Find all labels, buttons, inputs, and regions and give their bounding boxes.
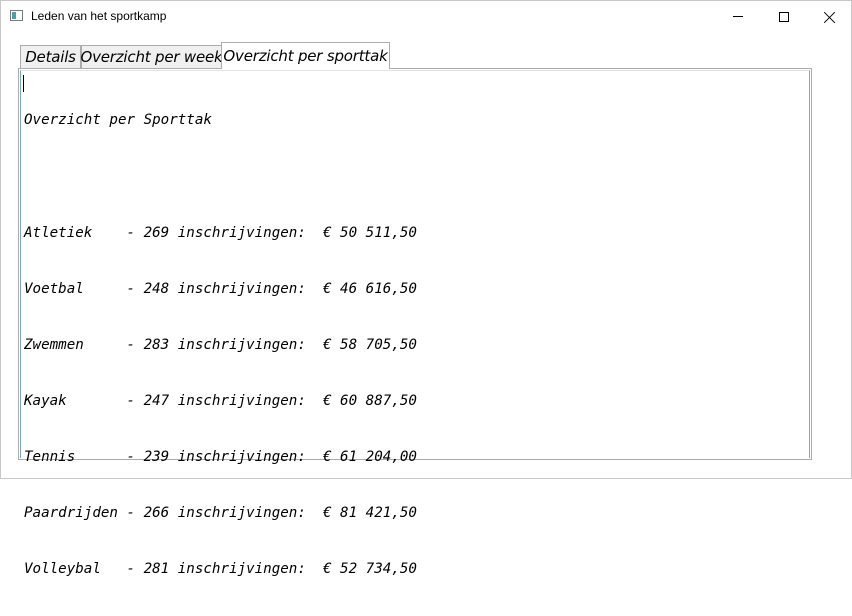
- close-button[interactable]: [807, 1, 852, 32]
- report-row-volleybal: Volleybal - 281 inschrijvingen: € 52 734…: [24, 561, 417, 578]
- report-row-voetbal: Voetbal - 248 inschrijvingen: € 46 616,5…: [24, 280, 417, 297]
- report-row-tennis: Tennis - 239 inschrijvingen: € 61 204,00: [24, 448, 417, 465]
- report-text: Overzicht per Sporttak Atletiek - 269 in…: [24, 74, 417, 616]
- report-heading: Overzicht per Sporttak: [24, 112, 212, 129]
- tab-panel: Overzicht per Sporttak Atletiek - 269 in…: [18, 68, 812, 577]
- maximize-button[interactable]: [761, 1, 807, 32]
- app-icon: [10, 10, 23, 21]
- tab-overzicht-per-sporttak[interactable]: Overzicht per sporttak: [221, 42, 390, 69]
- maximize-icon: [779, 11, 789, 22]
- tab-details[interactable]: Details: [20, 45, 81, 68]
- report-row-kayak: Kayak - 247 inschrijvingen: € 60 887,50: [24, 392, 417, 409]
- minimize-button[interactable]: [715, 1, 761, 32]
- report-blank-line: [24, 168, 417, 187]
- tab-overzicht-per-week[interactable]: Overzicht per week: [80, 45, 223, 68]
- report-row-paardrijden: Paardrijden - 266 inschrijvingen: € 81 4…: [24, 505, 417, 522]
- close-icon: [824, 11, 836, 23]
- minimize-icon: [733, 16, 743, 17]
- tab-control: Details Overzicht per week Overzicht per…: [1, 32, 851, 577]
- window-title: Leden van het sportkamp: [31, 9, 167, 23]
- report-row-zwemmen: Zwemmen - 283 inschrijvingen: € 58 705,5…: [24, 336, 417, 353]
- title-bar[interactable]: Leden van het sportkamp: [1, 1, 851, 32]
- report-row-atletiek: Atletiek - 269 inschrijvingen: € 50 511,…: [24, 224, 417, 241]
- app-window: Leden van het sportkamp Details Overzich…: [0, 0, 852, 577]
- report-textbox[interactable]: Overzicht per Sporttak Atletiek - 269 in…: [20, 70, 810, 577]
